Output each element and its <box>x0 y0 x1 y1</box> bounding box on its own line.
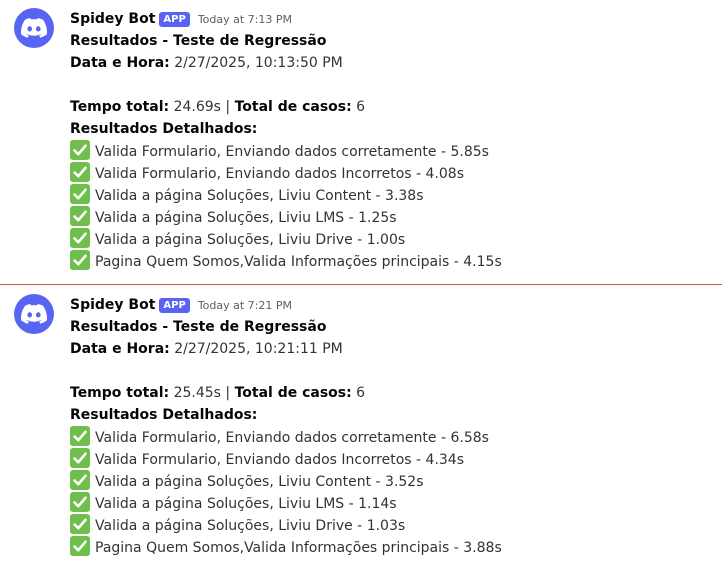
totals-line: Tempo total: 25.45s | Total de casos: 6 <box>70 382 722 404</box>
result-text: Valida a página Soluções, Liviu Content … <box>95 474 424 490</box>
result-text: Valida a página Soluções, Liviu LMS - 1.… <box>95 210 397 226</box>
result-item: Valida a página Soluções, Liviu LMS - 1.… <box>70 492 722 514</box>
total-time-label: Tempo total: <box>70 99 170 115</box>
bot-avatar[interactable] <box>14 8 54 48</box>
result-item: Pagina Quem Somos,Valida Informações pri… <box>70 250 722 272</box>
result-text: Valida a página Soluções, Liviu LMS - 1.… <box>95 496 397 512</box>
result-item: Valida a página Soluções, Liviu Content … <box>70 470 722 492</box>
total-cases-value: 6 <box>351 99 366 115</box>
result-item: Valida a página Soluções, Liviu Content … <box>70 184 722 206</box>
result-text: Valida Formulario, Enviando dados corret… <box>95 430 489 446</box>
app-badge: APP <box>159 297 190 313</box>
result-text: Valida a página Soluções, Liviu Drive - … <box>95 232 406 248</box>
check-mark-button-icon <box>70 470 90 490</box>
total-time-value: 25.45s | <box>169 385 235 401</box>
check-mark-button-icon <box>70 140 90 160</box>
result-item: Valida a página Soluções, Liviu LMS - 1.… <box>70 206 722 228</box>
total-cases-label: Total de casos: <box>234 385 352 401</box>
result-item: Valida Formulario, Enviando dados Incorr… <box>70 162 722 184</box>
result-item: Valida a página Soluções, Liviu Drive - … <box>70 228 722 250</box>
timestamp[interactable]: Today at 7:21 PM <box>198 299 292 312</box>
datetime-value: 2/27/2025, 10:13:50 PM <box>169 55 343 71</box>
message-header: Spidey Bot APP Today at 7:13 PM <box>70 8 722 30</box>
check-mark-button-icon <box>70 162 90 182</box>
datetime-label: Data e Hora: <box>70 55 170 71</box>
result-text: Pagina Quem Somos,Valida Informações pri… <box>95 540 502 556</box>
message-header: Spidey Bot APP Today at 7:21 PM <box>70 294 722 316</box>
app-badge: APP <box>159 11 190 27</box>
details-label: Resultados Detalhados: <box>70 121 258 137</box>
total-cases-value: 6 <box>351 385 366 401</box>
check-mark-button-icon <box>70 514 90 534</box>
result-item: Valida Formulario, Enviando dados corret… <box>70 426 722 448</box>
check-mark-button-icon <box>70 426 90 446</box>
check-mark-button-icon <box>70 184 90 204</box>
result-text: Valida Formulario, Enviando dados corret… <box>95 144 489 160</box>
username[interactable]: Spidey Bot <box>70 11 155 27</box>
result-item: Valida a página Soluções, Liviu Drive - … <box>70 514 722 536</box>
total-time-value: 24.69s | <box>169 99 235 115</box>
result-item: Pagina Quem Somos,Valida Informações pri… <box>70 536 722 558</box>
discord-logo-icon <box>21 18 47 38</box>
message-title: Resultados - Teste de Regressão <box>70 33 327 49</box>
result-text: Valida Formulario, Enviando dados Incorr… <box>95 452 464 468</box>
check-mark-button-icon <box>70 492 90 512</box>
datetime-line: Data e Hora: 2/27/2025, 10:13:50 PM <box>70 52 722 74</box>
check-mark-button-icon <box>70 448 90 468</box>
message-content: Spidey Bot APP Today at 7:21 PM Resultad… <box>70 294 722 558</box>
details-label: Resultados Detalhados: <box>70 407 258 423</box>
message-content: Spidey Bot APP Today at 7:13 PM Resultad… <box>70 8 722 272</box>
result-text: Valida a página Soluções, Liviu Drive - … <box>95 518 406 534</box>
check-mark-button-icon <box>70 206 90 226</box>
check-mark-button-icon <box>70 228 90 248</box>
result-item: Valida Formulario, Enviando dados Incorr… <box>70 448 722 470</box>
datetime-value: 2/27/2025, 10:21:11 PM <box>169 341 343 357</box>
check-mark-button-icon <box>70 536 90 556</box>
result-text: Pagina Quem Somos,Valida Informações pri… <box>95 254 502 270</box>
username[interactable]: Spidey Bot <box>70 297 155 313</box>
total-cases-label: Total de casos: <box>234 99 352 115</box>
bot-avatar[interactable] <box>14 294 54 334</box>
totals-line: Tempo total: 24.69s | Total de casos: 6 <box>70 96 722 118</box>
timestamp[interactable]: Today at 7:13 PM <box>198 13 292 26</box>
new-messages-divider <box>0 284 722 285</box>
datetime-label: Data e Hora: <box>70 341 170 357</box>
message-title: Resultados - Teste de Regressão <box>70 319 327 335</box>
discord-logo-icon <box>21 304 47 324</box>
datetime-line: Data e Hora: 2/27/2025, 10:21:11 PM <box>70 338 722 360</box>
result-text: Valida Formulario, Enviando dados Incorr… <box>95 166 464 182</box>
result-text: Valida a página Soluções, Liviu Content … <box>95 188 424 204</box>
result-item: Valida Formulario, Enviando dados corret… <box>70 140 722 162</box>
total-time-label: Tempo total: <box>70 385 170 401</box>
check-mark-button-icon <box>70 250 90 270</box>
